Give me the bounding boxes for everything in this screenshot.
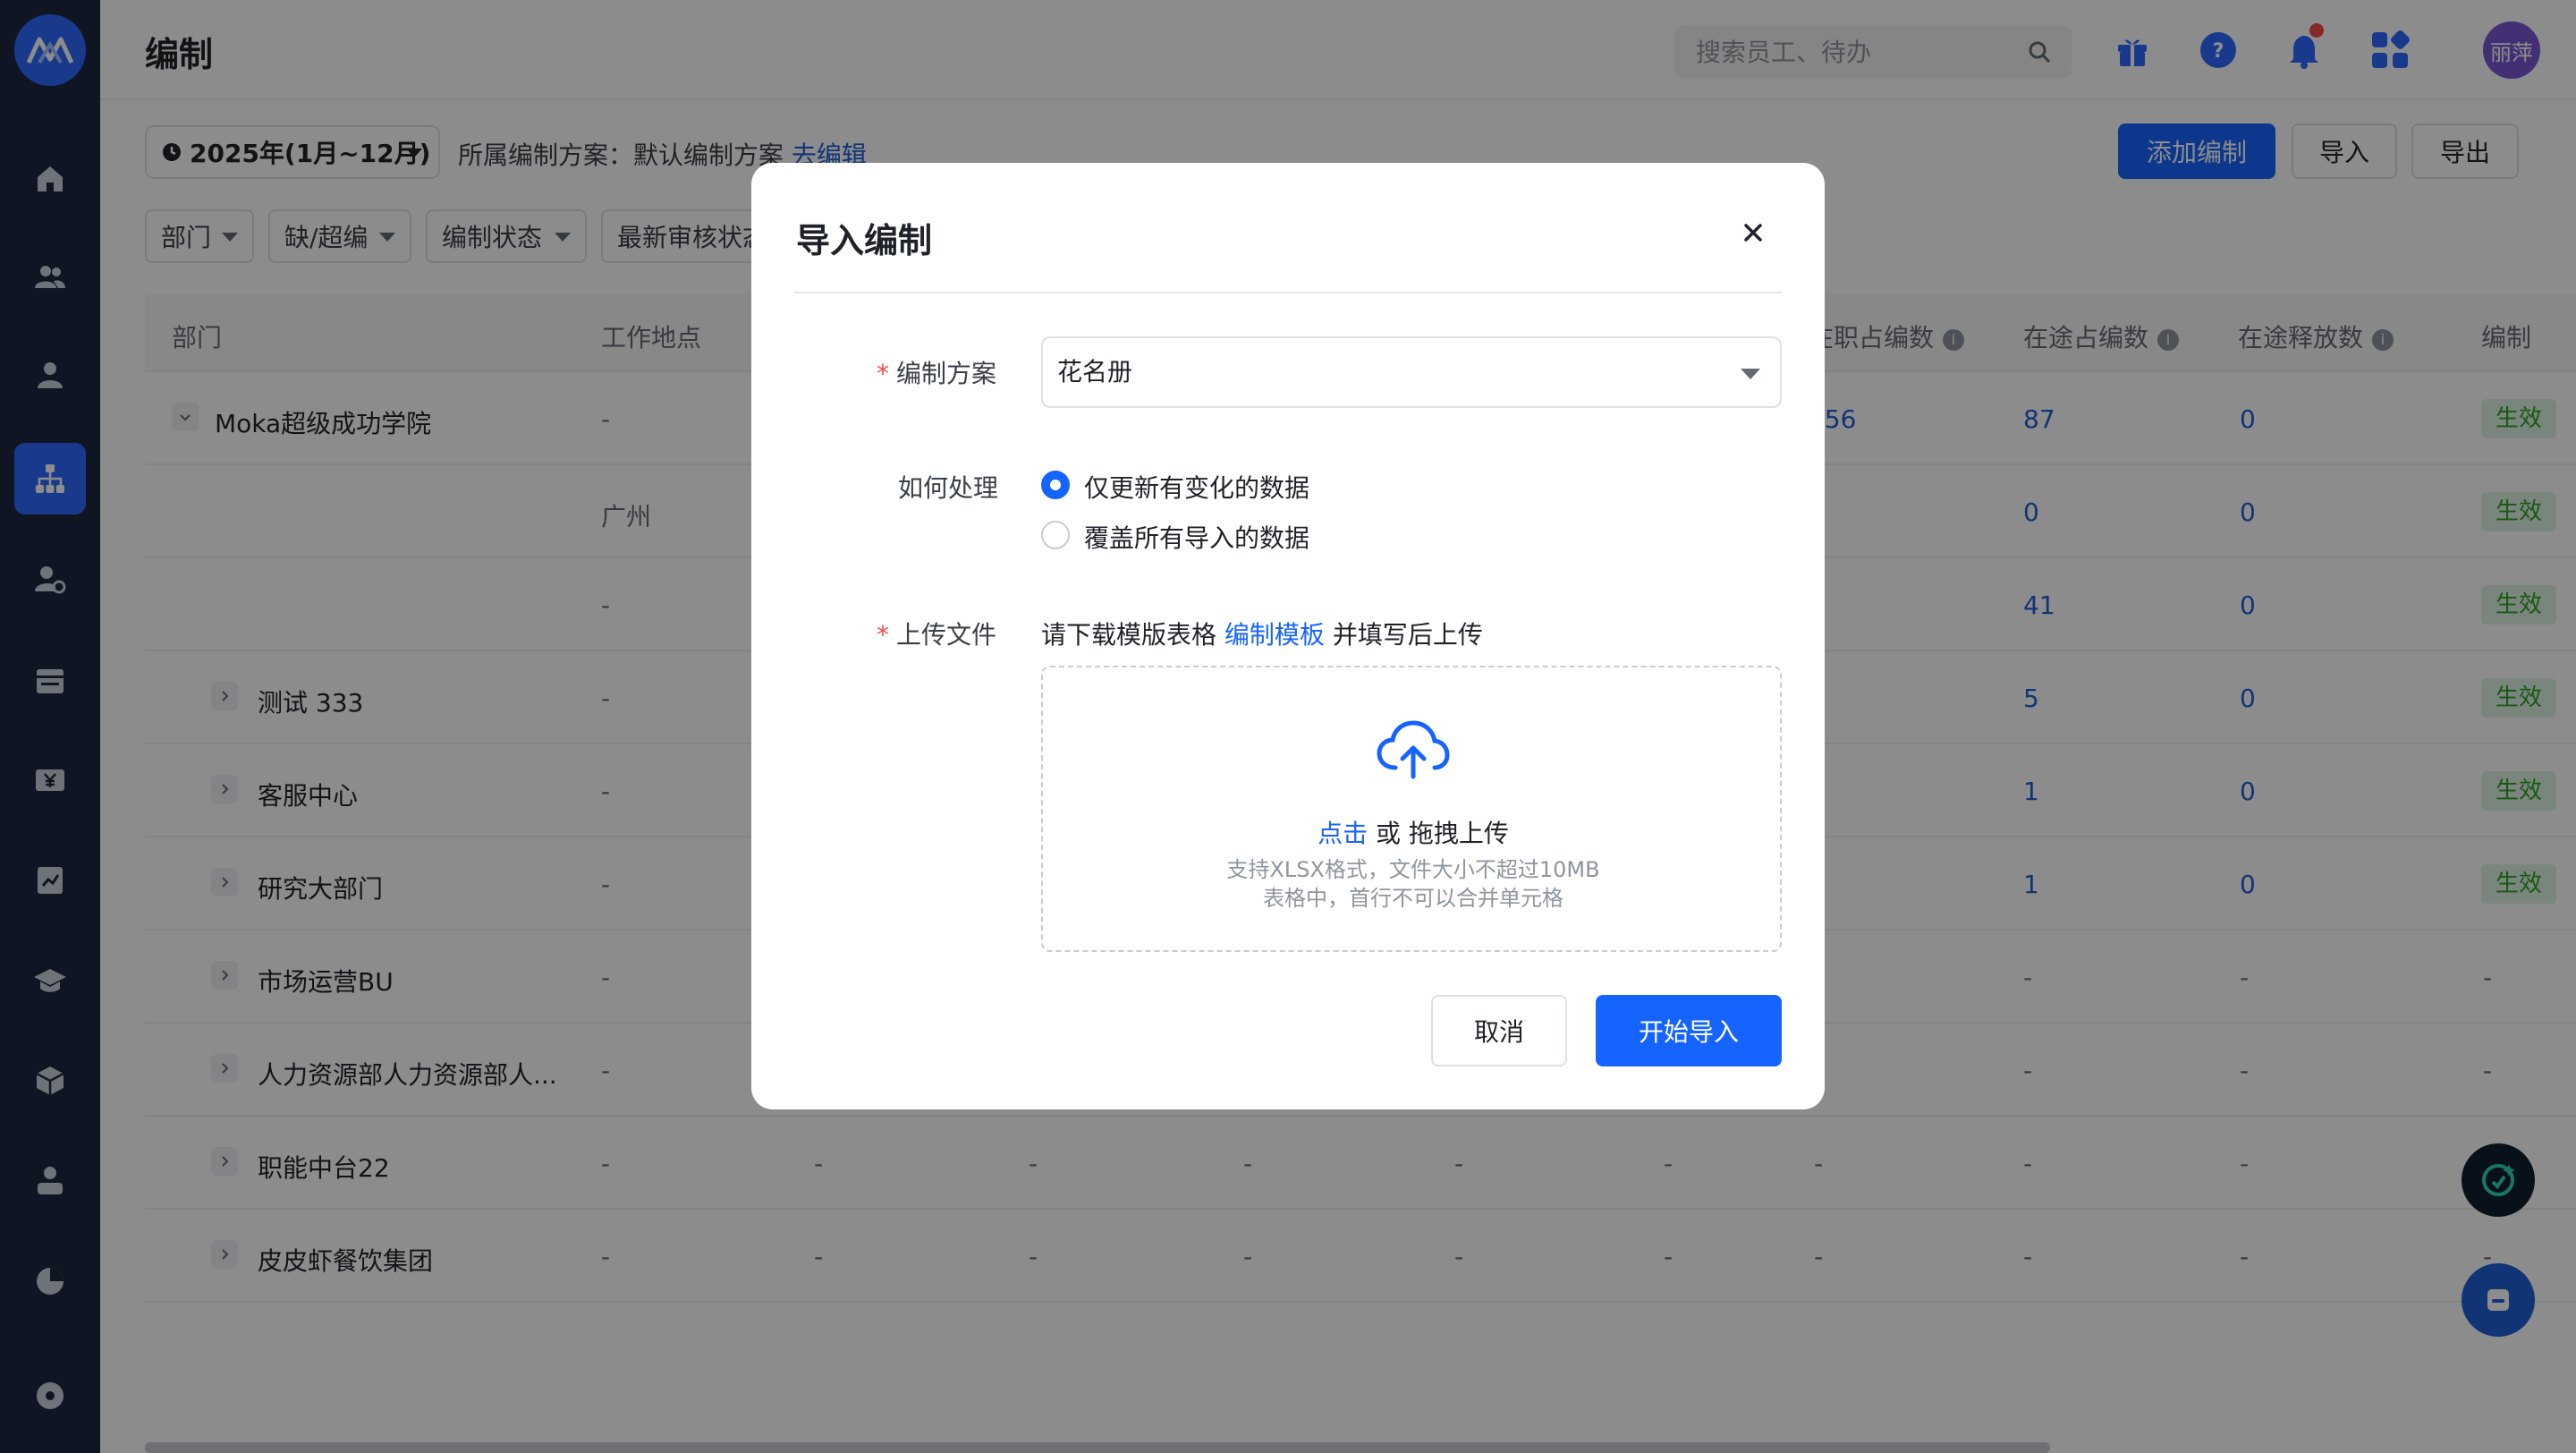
chevron-down-icon <box>1741 369 1760 379</box>
radio-update-changed-label[interactable]: 仅更新有变化的数据 <box>1084 469 1309 505</box>
hint-prefix: 请下载模版表格 <box>1041 620 1217 650</box>
upload-label-text: 上传文件 <box>896 620 997 650</box>
hint-suffix: 并填写后上传 <box>1332 620 1483 650</box>
handling-label: 如何处理 <box>898 473 999 503</box>
click-upload-link[interactable]: 点击 <box>1318 819 1368 848</box>
format-note: 支持XLSX格式，文件大小不超过10MB <box>1226 857 1600 882</box>
dialog-divider <box>794 292 1782 293</box>
dropzone-main-text: 点击 或 拖拽上传 <box>1043 814 1784 850</box>
merge-note: 表格中，首行不可以合并单元格 <box>1263 886 1563 911</box>
cancel-button[interactable]: 取消 <box>1431 995 1567 1066</box>
cloud-upload-icon <box>1377 720 1450 779</box>
start-import-button[interactable]: 开始导入 <box>1596 995 1782 1066</box>
dialog-title: 导入编制 <box>796 221 933 260</box>
plan-select-value: 花名册 <box>1057 357 1133 387</box>
radio-overwrite-all[interactable] <box>1041 521 1070 549</box>
plan-select[interactable]: 花名册 <box>1041 336 1782 408</box>
upload-hint: 请下载模版表格 编制模板 并填写后上传 <box>1041 616 1483 651</box>
drag-upload-text: 或 拖拽上传 <box>1376 819 1509 848</box>
upload-label: * 上传文件 <box>877 616 996 651</box>
plan-label-text: 编制方案 <box>896 359 997 388</box>
required-mark: * <box>877 620 889 650</box>
upload-dropzone[interactable]: 点击 或 拖拽上传 支持XLSX格式，文件大小不超过10MB 表格中，首行不可以… <box>1041 666 1782 952</box>
radio-update-changed[interactable] <box>1041 471 1070 499</box>
import-dialog: 导入编制 * 编制方案 花名册 如何处理 仅更新有变化的数据 覆盖所有导入的数据 … <box>751 163 1825 1109</box>
plan-label: * 编制方案 <box>877 354 996 390</box>
close-icon <box>1744 224 1762 242</box>
required-mark: * <box>877 359 889 388</box>
close-button[interactable] <box>1735 215 1771 251</box>
template-download-link[interactable]: 编制模板 <box>1224 620 1325 650</box>
radio-overwrite-all-label[interactable]: 覆盖所有导入的数据 <box>1084 519 1309 555</box>
